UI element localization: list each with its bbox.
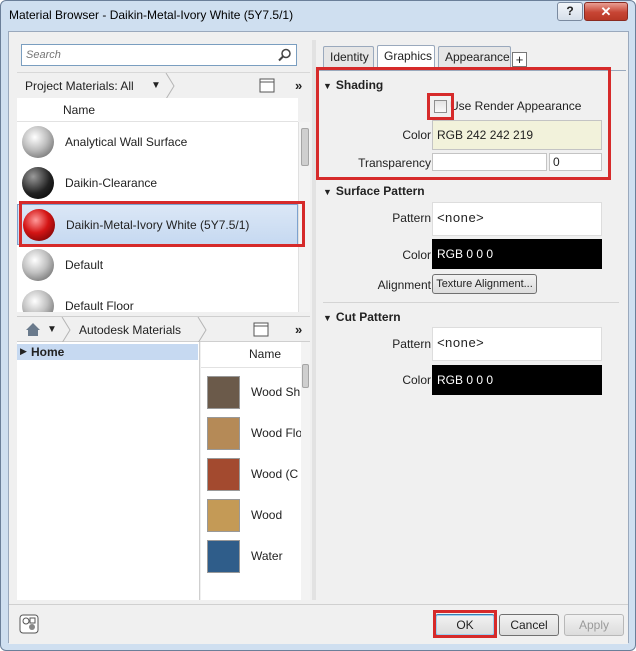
- list-item[interactable]: Wood (C: [201, 454, 301, 495]
- alignment-label: Alignment: [377, 278, 431, 292]
- scroll-thumb[interactable]: [301, 128, 309, 166]
- section-surface-pattern-header[interactable]: ▼ Surface Pattern: [323, 184, 425, 198]
- material-swatch: [207, 499, 240, 532]
- section-title: Cut Pattern: [335, 310, 401, 324]
- list-item[interactable]: Wood Sh: [201, 372, 301, 413]
- gray-sphere-icon: [22, 249, 54, 281]
- library-label[interactable]: Autodesk Materials: [79, 323, 181, 337]
- material-swatch: [207, 417, 240, 450]
- cancel-button[interactable]: Cancel: [499, 614, 559, 636]
- library-breadcrumb: ▼ Autodesk Materials »: [17, 316, 310, 343]
- surface-color-label: Color: [402, 248, 431, 262]
- material-label: Wood (C: [251, 467, 299, 481]
- breadcrumb-arrow-icon: [197, 317, 207, 343]
- window-title: Material Browser - Daikin-Metal-Ivory Wh…: [9, 8, 294, 22]
- search-icon[interactable]: [278, 48, 292, 62]
- list-item[interactable]: Daikin-Clearance: [17, 163, 298, 204]
- close-button[interactable]: ✕: [584, 2, 628, 21]
- material-label: Wood Flo: [251, 426, 301, 440]
- tree-item-home[interactable]: ▶ Home: [17, 344, 198, 360]
- graphics-panel: ▼ Shading Use Render Appearance Color RGB…: [316, 67, 626, 605]
- project-column-header[interactable]: Name: [17, 98, 298, 122]
- section-title: Surface Pattern: [335, 184, 425, 198]
- list-item[interactable]: Water: [201, 536, 301, 577]
- highlight-selected-material: [19, 201, 305, 247]
- breadcrumb-arrow-icon: [61, 317, 71, 343]
- chevron-down-icon[interactable]: ▼: [47, 324, 57, 335]
- texture-alignment-button[interactable]: Texture Alignment...: [432, 274, 537, 294]
- highlight-use-render-checkbox: [427, 93, 454, 120]
- library-material-list: Name Wood Sh Wood Flo Wood (C Wood Water: [201, 342, 301, 600]
- title-bar[interactable]: Material Browser - Daikin-Metal-Ivory Wh…: [1, 1, 635, 31]
- browser-pane: Project Materials: All ▼ » Name Analytic…: [17, 40, 310, 628]
- section-cut-pattern-header[interactable]: ▼ Cut Pattern: [323, 310, 401, 324]
- cut-color-field[interactable]: RGB 0 0 0: [432, 365, 602, 395]
- add-tab-button[interactable]: +: [512, 52, 527, 67]
- search-box[interactable]: [21, 44, 297, 66]
- list-item[interactable]: Default: [17, 245, 298, 286]
- cut-color-label: Color: [402, 373, 431, 387]
- view-toggle-icon[interactable]: [253, 322, 269, 337]
- editor-pane: Identity Graphics Appearance + ▼ Shading …: [316, 40, 626, 605]
- view-toggle-icon[interactable]: [259, 78, 275, 93]
- home-icon[interactable]: [25, 322, 41, 337]
- library-scrollbar[interactable]: [301, 342, 310, 600]
- cut-pattern-field[interactable]: <none>: [432, 327, 602, 361]
- apply-button[interactable]: Apply: [564, 614, 624, 636]
- scroll-thumb[interactable]: [302, 364, 309, 388]
- name-column-label: Name: [63, 103, 96, 117]
- dialog-client: Project Materials: All ▼ » Name Analytic…: [8, 31, 629, 644]
- list-item[interactable]: Default Floor: [17, 286, 298, 312]
- material-label: Wood Sh: [251, 385, 301, 399]
- material-swatch: [207, 540, 240, 573]
- surface-pattern-label: Pattern: [392, 211, 431, 225]
- cut-pattern-label: Pattern: [392, 337, 431, 351]
- highlight-ok-button: [433, 610, 497, 638]
- gray-sphere-icon: [22, 126, 54, 158]
- collapse-triangle-icon[interactable]: ▼: [323, 313, 332, 323]
- dialog-footer: OK Cancel Apply: [9, 604, 628, 644]
- material-label: Default Floor: [65, 299, 134, 312]
- collapse-triangle-icon[interactable]: ▼: [323, 187, 332, 197]
- material-label: Wood: [251, 508, 283, 522]
- section-divider: [323, 302, 619, 303]
- highlight-shading-section: [316, 67, 611, 180]
- list-item[interactable]: Analytical Wall Surface: [17, 122, 298, 163]
- material-browser-window: Material Browser - Daikin-Metal-Ivory Wh…: [0, 0, 636, 651]
- gray-sphere-icon: [22, 290, 54, 312]
- surface-pattern-field[interactable]: <none>: [432, 202, 602, 236]
- black-sphere-icon: [22, 167, 54, 199]
- help-button[interactable]: ?: [557, 2, 583, 21]
- project-materials-filter[interactable]: Project Materials: All: [25, 79, 134, 93]
- list-item[interactable]: Wood Flo: [201, 413, 301, 454]
- name-column-label: Name: [249, 347, 282, 361]
- list-item[interactable]: Wood: [201, 495, 301, 536]
- material-swatch: [207, 458, 240, 491]
- overflow-chevron-icon[interactable]: »: [295, 78, 302, 93]
- surface-color-field[interactable]: RGB 0 0 0: [432, 239, 602, 269]
- library-column-header[interactable]: Name: [201, 342, 301, 368]
- material-label: Water: [251, 549, 283, 563]
- material-label: Default: [65, 258, 104, 272]
- breadcrumb-arrow-icon: [165, 73, 175, 99]
- chevron-down-icon[interactable]: ▼: [151, 80, 161, 91]
- expand-triangle-icon[interactable]: ▶: [20, 346, 27, 357]
- material-label: Daikin-Clearance: [65, 176, 158, 190]
- search-input[interactable]: [22, 45, 262, 65]
- material-label: Analytical Wall Surface: [65, 135, 188, 149]
- overflow-chevron-icon[interactable]: »: [295, 322, 302, 337]
- material-editor-icon[interactable]: [19, 614, 39, 634]
- project-breadcrumb: Project Materials: All ▼ »: [17, 72, 310, 99]
- library-tree: ▶ Home: [17, 342, 200, 600]
- tree-item-label: Home: [31, 345, 65, 359]
- material-swatch: [207, 376, 240, 409]
